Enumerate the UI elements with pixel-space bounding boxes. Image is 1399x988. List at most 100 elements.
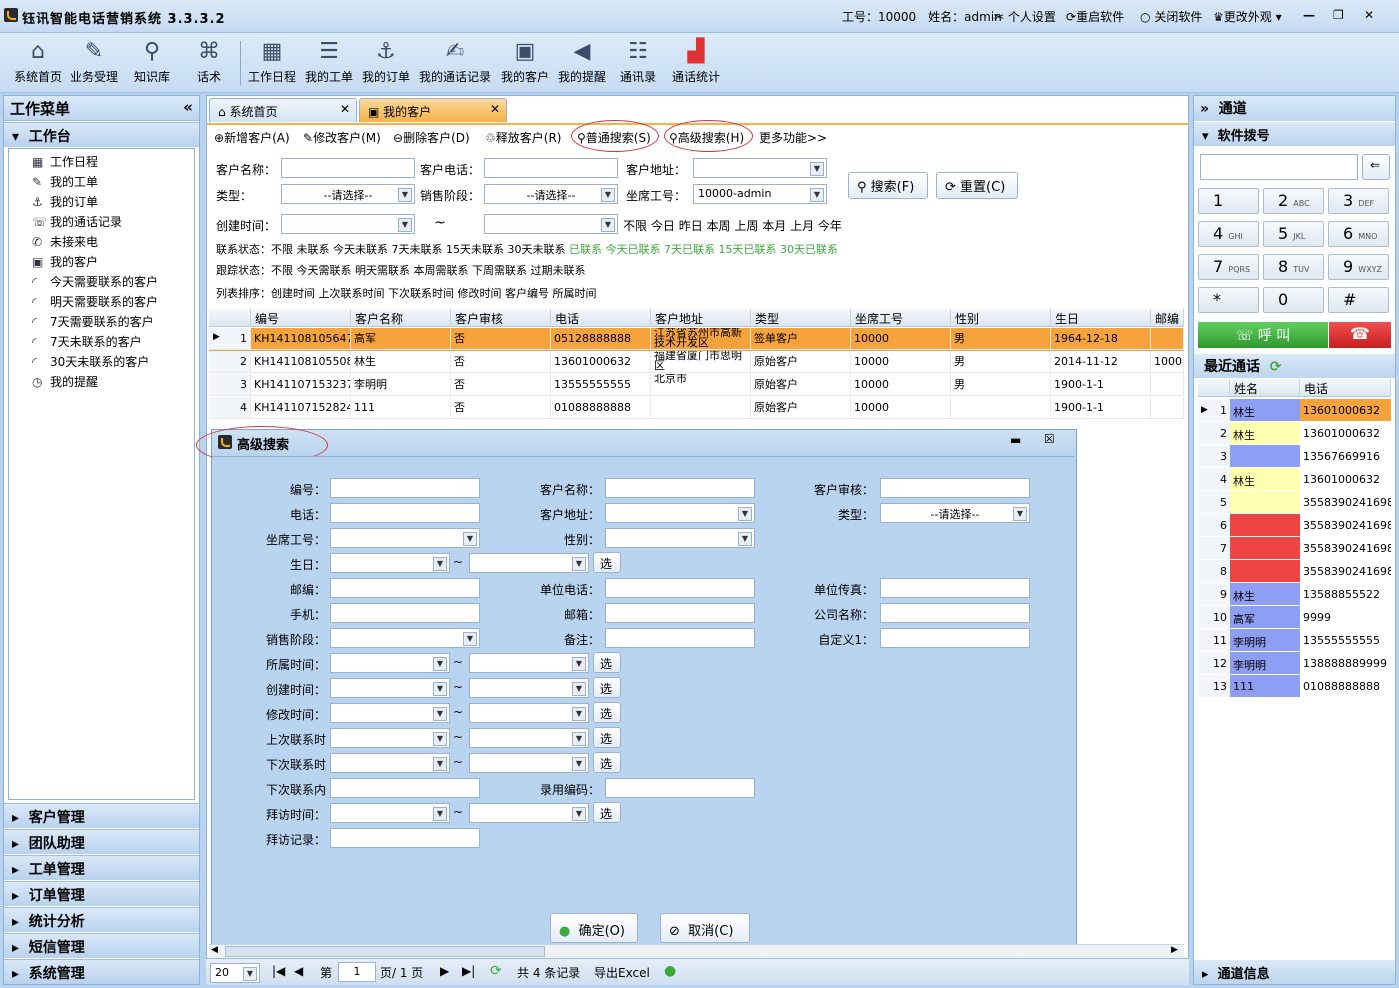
- recent-call-name[interactable]: 林生: [1230, 468, 1300, 491]
- restart-button[interactable]: ⟳重启软件: [1066, 8, 1124, 25]
- toolbar-business-button[interactable]: ✎ 业务受理: [68, 37, 120, 89]
- menu-item-schedule[interactable]: ▦ 工作日程: [32, 153, 98, 170]
- sort-option[interactable]: 客户编号: [505, 287, 549, 300]
- group-team-assistant[interactable]: ▸ 团队助理: [4, 829, 199, 854]
- grid-header[interactable]: 性别: [951, 309, 1051, 327]
- last-page-icon[interactable]: ▶|: [462, 964, 475, 978]
- contact-filter[interactable]: 30天未联系: [508, 243, 566, 256]
- dial-key[interactable]: 5 JKL: [1263, 221, 1324, 247]
- scrollbar-thumb[interactable]: [225, 946, 545, 957]
- toolbar-worklist-button[interactable]: ☰ 我的工单: [303, 37, 355, 89]
- recent-call-phone[interactable]: 35583902416989: [1300, 537, 1391, 560]
- page-number-input[interactable]: 1: [338, 962, 376, 982]
- dial-key[interactable]: 9 WXYZ: [1328, 254, 1389, 280]
- personal-settings-button[interactable]: ✂ 个人设置: [994, 8, 1056, 25]
- recent-call-phone[interactable]: 13567669916: [1300, 445, 1391, 468]
- dialog-field-input[interactable]: [880, 478, 1030, 498]
- menu-item-today-contact[interactable]: ◜ 今天需要联系的客户: [32, 273, 158, 290]
- quick-range-this-month[interactable]: 本月: [762, 219, 786, 233]
- menu-item-tomorrow-contact[interactable]: ◜ 明天需要联系的客户: [32, 293, 158, 310]
- dialog-field-input[interactable]: [330, 578, 480, 598]
- menu-item-worklist[interactable]: ✎ 我的工单: [32, 173, 98, 190]
- group-order-management[interactable]: ▸ 订单管理: [4, 881, 199, 906]
- recent-call-phone[interactable]: 13601000632: [1300, 422, 1391, 445]
- contact-filter[interactable]: 未联系: [297, 243, 330, 256]
- collapse-icon[interactable]: «: [183, 98, 193, 116]
- recent-call-name[interactable]: [1230, 491, 1300, 514]
- close-software-button[interactable]: ○ 关闭软件: [1140, 8, 1202, 25]
- minimize-icon[interactable]: —: [1303, 8, 1315, 22]
- dial-key[interactable]: 6 MNO: [1328, 221, 1389, 247]
- recent-call-phone[interactable]: 13601000632: [1300, 399, 1391, 422]
- contact-filter[interactable]: 今天未联系: [333, 243, 388, 256]
- release-customer-button[interactable]: ♲释放客户(R): [485, 129, 561, 146]
- dial-number-input[interactable]: [1200, 154, 1358, 180]
- more-functions-button[interactable]: 更多功能>>: [759, 129, 827, 146]
- tab-home[interactable]: ⌂ 系统首页 ✕: [209, 98, 357, 122]
- range-to-select[interactable]: [469, 703, 589, 723]
- pick-date-button[interactable]: 选: [593, 727, 621, 748]
- edit-customer-button[interactable]: ✎修改客户(M): [303, 129, 381, 146]
- range-from-select[interactable]: [330, 553, 450, 573]
- toolbar-reminders-button[interactable]: ◀ 我的提醒: [556, 37, 608, 89]
- range-to-select[interactable]: [469, 653, 589, 673]
- recent-call-name[interactable]: [1230, 560, 1300, 583]
- toolbar-contacts-button[interactable]: ☷ 通讯录: [616, 37, 660, 89]
- menu-item-my-customers[interactable]: ▣ 我的客户: [32, 253, 98, 270]
- type-select[interactable]: --请选择--: [281, 184, 415, 204]
- recent-call-name[interactable]: 高军: [1230, 606, 1300, 629]
- recent-call-phone[interactable]: 13601000632: [1300, 468, 1391, 491]
- grid-header[interactable]: 坐席工号: [851, 309, 951, 327]
- softdial-header[interactable]: ▾ 软件拨号: [1194, 122, 1395, 146]
- follow-filter[interactable]: 本周需联系: [414, 264, 469, 277]
- quick-range-any[interactable]: 不限: [623, 219, 647, 233]
- export-excel-button[interactable]: 导出Excel: [594, 964, 650, 981]
- contacted-filter[interactable]: 7天已联系: [664, 243, 715, 256]
- recent-call-name[interactable]: 林生: [1230, 583, 1300, 606]
- range-from-select[interactable]: [330, 653, 450, 673]
- dial-key[interactable]: #: [1328, 287, 1389, 313]
- sort-option[interactable]: 所属时间: [553, 287, 597, 300]
- range-to-select[interactable]: [469, 728, 589, 748]
- sort-option[interactable]: 下次联系时间: [388, 287, 454, 300]
- toolbar-script-button[interactable]: ⌘ 话术: [187, 37, 231, 89]
- customer-phone-input[interactable]: [484, 158, 618, 178]
- recent-call-name[interactable]: 林生: [1230, 422, 1300, 445]
- group-statistics[interactable]: ▸ 统计分析: [4, 907, 199, 932]
- toolbar-my-customers-button[interactable]: ▣ 我的客户: [499, 37, 551, 89]
- dial-key[interactable]: 4 GHI: [1198, 221, 1259, 247]
- hangup-button[interactable]: ☎: [1329, 322, 1391, 348]
- recent-call-name[interactable]: [1230, 514, 1300, 537]
- cancel-button[interactable]: ⊘ 取消(C): [660, 913, 750, 943]
- contacted-filter[interactable]: 15天已联系: [719, 243, 777, 256]
- toolbar-home-button[interactable]: ⌂ 系统首页: [12, 37, 64, 89]
- advanced-search-button[interactable]: ⚲高级搜索(H): [669, 129, 744, 146]
- dial-key[interactable]: 7 PQRS: [1198, 254, 1259, 280]
- quick-range-this-year[interactable]: 今年: [818, 219, 842, 233]
- close-tab-icon[interactable]: ✕: [490, 102, 500, 116]
- follow-filter[interactable]: 下周需联系: [472, 264, 527, 277]
- sort-option[interactable]: 上次联系时间: [319, 287, 385, 300]
- range-to-select[interactable]: [469, 553, 589, 573]
- customer-name-input[interactable]: [281, 158, 415, 178]
- menu-item-missed-calls[interactable]: ✆ 未接来电: [32, 233, 98, 250]
- range-from-select[interactable]: [330, 803, 450, 823]
- expand-icon[interactable]: »: [1200, 101, 1209, 117]
- search-button[interactable]: ⚲ 搜索(F): [848, 172, 928, 199]
- dial-key[interactable]: *: [1198, 287, 1259, 313]
- toolbar-call-records-button[interactable]: ✍ 我的通话记录: [417, 37, 493, 89]
- follow-filter[interactable]: 过期未联系: [531, 264, 586, 277]
- grid-header[interactable]: 客户名称: [351, 309, 451, 327]
- menu-item-7day-no-contact[interactable]: ◜ 7天未联系的客户: [32, 333, 142, 350]
- backspace-icon[interactable]: ⇐: [1362, 154, 1390, 180]
- quick-range-today[interactable]: 今日: [651, 219, 675, 233]
- recent-call-phone[interactable]: 13588855522: [1300, 583, 1391, 606]
- grid-header[interactable]: 客户地址: [651, 309, 751, 327]
- horizontal-scrollbar[interactable]: ◀ ▶: [209, 944, 1184, 958]
- range-from-select[interactable]: [330, 728, 450, 748]
- dialog-field-input[interactable]: [880, 628, 1030, 648]
- created-to-select[interactable]: [484, 214, 618, 234]
- recent-call-phone[interactable]: 35583902416989: [1300, 560, 1391, 583]
- dialog-field-input[interactable]: [330, 778, 480, 798]
- recent-call-phone[interactable]: 13555555555: [1300, 629, 1391, 652]
